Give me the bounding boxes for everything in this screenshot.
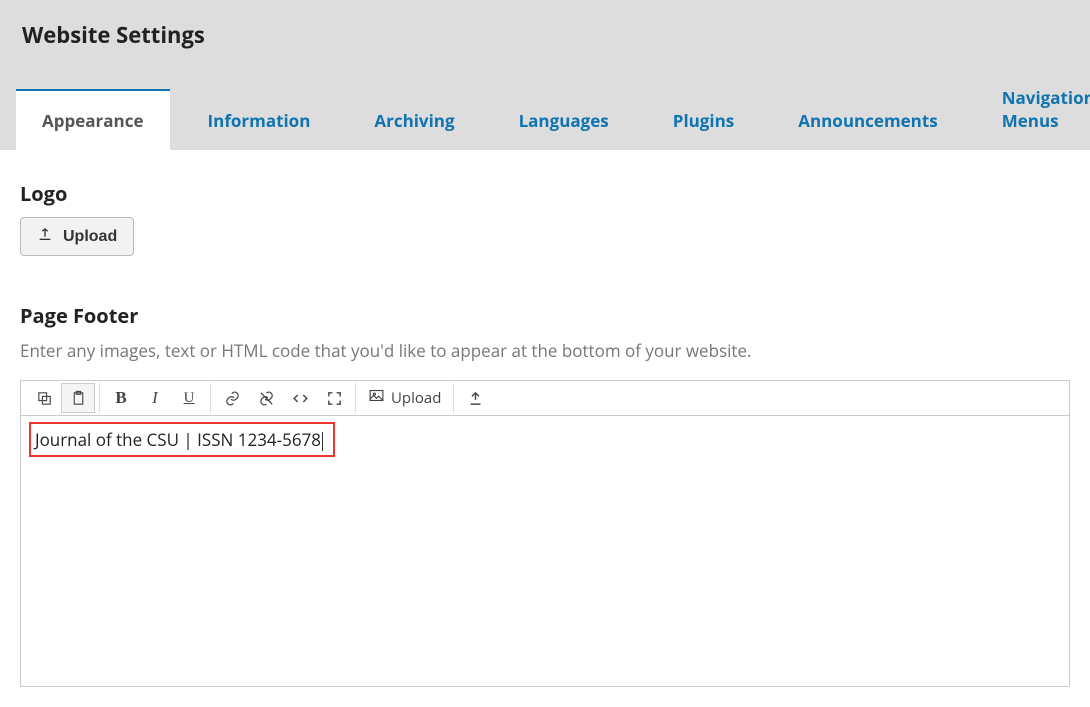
unlink-icon[interactable] xyxy=(249,383,283,413)
text-caret xyxy=(322,432,323,451)
code-icon[interactable] xyxy=(283,383,317,413)
tabs: Appearance Information Archiving Languag… xyxy=(0,66,1090,150)
insert-icon[interactable] xyxy=(458,383,492,413)
footer-editor: B I U xyxy=(20,380,1070,687)
tab-archiving[interactable]: Archiving xyxy=(348,89,480,150)
bold-icon: B xyxy=(115,388,126,408)
italic-button[interactable]: I xyxy=(138,383,172,413)
image-upload-label: Upload xyxy=(391,388,441,408)
page-title: Website Settings xyxy=(0,0,1090,66)
logo-upload-button[interactable]: Upload xyxy=(20,217,134,256)
image-icon xyxy=(368,387,385,409)
fullscreen-icon[interactable] xyxy=(317,383,351,413)
tab-information[interactable]: Information xyxy=(182,89,337,150)
upload-icon xyxy=(37,226,53,247)
footer-editor-body[interactable]: Journal of the CSU | ISSN 1234-5678 xyxy=(21,416,1069,686)
tab-appearance[interactable]: Appearance xyxy=(16,89,170,150)
italic-icon: I xyxy=(152,388,158,408)
logo-heading: Logo xyxy=(20,180,1070,207)
link-icon[interactable] xyxy=(215,383,249,413)
tab-languages[interactable]: Languages xyxy=(493,89,635,150)
highlight-annotation: Journal of the CSU | ISSN 1234-5678 xyxy=(29,422,335,457)
tab-plugins[interactable]: Plugins xyxy=(647,89,760,150)
footer-content-text: Journal of the CSU | ISSN 1234-5678 xyxy=(35,428,321,451)
paste-icon[interactable] xyxy=(61,383,95,413)
copy-icon[interactable] xyxy=(27,383,61,413)
underline-icon: U xyxy=(184,390,195,407)
tab-navigation-menus[interactable]: Navigation Menus xyxy=(976,66,1090,150)
footer-heading: Page Footer xyxy=(20,302,1070,329)
underline-button[interactable]: U xyxy=(172,383,206,413)
tab-announcements[interactable]: Announcements xyxy=(772,89,963,150)
bold-button[interactable]: B xyxy=(104,383,138,413)
logo-upload-label: Upload xyxy=(63,228,117,246)
image-upload-button[interactable]: Upload xyxy=(360,383,449,413)
editor-toolbar: B I U xyxy=(21,381,1069,416)
footer-help-text: Enter any images, text or HTML code that… xyxy=(20,339,1070,362)
